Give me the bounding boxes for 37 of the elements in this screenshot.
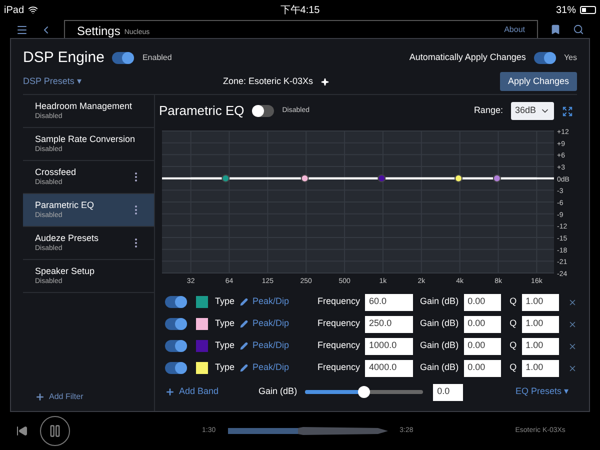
- add-filter-label: Add Filter: [49, 391, 84, 403]
- frequency-label: Frequency: [318, 317, 360, 330]
- type-label: Type: [215, 317, 235, 330]
- filter-name: Headroom Management: [35, 100, 132, 112]
- filter-name: Sample Rate Conversion: [35, 132, 136, 145]
- page-title: Settings: [77, 24, 120, 38]
- frequency-label: Frequency: [318, 339, 360, 352]
- gain-label: Gain (dB): [420, 317, 459, 330]
- battery-percent: 31%: [556, 4, 576, 18]
- q-label: Q: [510, 361, 517, 374]
- add-band-label: Add Band: [179, 385, 219, 398]
- range-value: 36dB: [514, 104, 536, 118]
- dialog-title: DSP Engine: [23, 48, 104, 68]
- type-label: Type: [215, 339, 235, 352]
- q-label: Q: [510, 339, 517, 352]
- gain-label: Gain (dB): [420, 361, 459, 374]
- frequency-label: Frequency: [318, 295, 360, 308]
- type-label: Type: [215, 361, 235, 374]
- eq-title: Parametric EQ: [159, 102, 244, 120]
- auto-apply-state: Yes: [564, 52, 577, 64]
- filter-name: Crossfeed: [35, 166, 76, 178]
- clock: 下午4:15: [280, 4, 320, 18]
- enabled-label: Enabled: [142, 52, 172, 64]
- frequency-label: Frequency: [318, 361, 360, 374]
- auto-apply-label: Automatically Apply Changes: [409, 51, 526, 64]
- zone-label: Zone: Esoteric K-03Xs: [223, 74, 314, 88]
- q-label: Q: [510, 295, 517, 308]
- type-label: Type: [215, 295, 235, 308]
- master-gain-label: Gain (dB): [258, 385, 298, 398]
- gain-label: Gain (dB): [420, 339, 459, 352]
- q-label: Q: [510, 317, 517, 330]
- filter-name: Parametric EQ: [35, 198, 94, 211]
- range-label: Range:: [474, 104, 503, 118]
- device-name: iPad: [4, 4, 24, 18]
- filter-name: Speaker Setup: [35, 264, 95, 277]
- filter-name: Audeze Presets: [35, 232, 99, 244]
- gain-label: Gain (dB): [420, 295, 459, 308]
